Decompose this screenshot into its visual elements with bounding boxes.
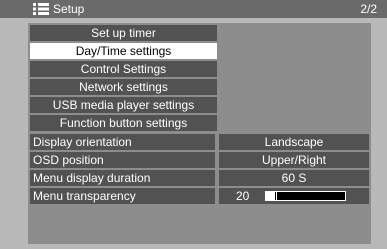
set-up-timer-button[interactable]: Set up timer: [30, 25, 217, 41]
menu-transparency-slider[interactable]: [265, 191, 346, 201]
menu-display-duration-label: Menu display duration: [30, 170, 215, 186]
control-settings-button[interactable]: Control Settings: [30, 61, 217, 77]
menu-transparency-label: Menu transparency: [30, 188, 215, 204]
display-orientation-value[interactable]: Landscape: [219, 134, 369, 150]
menu-transparency-control[interactable]: 20: [219, 188, 369, 204]
menu-transparency-value: 20: [236, 189, 250, 203]
setup-screen: Setup 2/2 Set up timer Day/Time settings…: [0, 0, 387, 249]
osd-position-row[interactable]: OSD position Upper/Right: [30, 152, 369, 168]
header-bar: Setup 2/2: [0, 0, 387, 18]
slider-thumb[interactable]: [276, 191, 277, 201]
osd-position-value[interactable]: Upper/Right: [219, 152, 369, 168]
page-indicator: 2/2: [360, 2, 377, 16]
display-orientation-label: Display orientation: [30, 134, 215, 150]
osd-position-label: OSD position: [30, 152, 215, 168]
menu-display-duration-row[interactable]: Menu display duration 60 S: [30, 170, 369, 186]
display-orientation-row[interactable]: Display orientation Landscape: [30, 134, 369, 150]
page-title: Setup: [53, 2, 85, 16]
slider-fill: [266, 192, 275, 200]
network-settings-button[interactable]: Network settings: [30, 79, 217, 95]
menu-list-icon: [33, 3, 49, 15]
day-time-settings-button[interactable]: Day/Time settings: [30, 43, 217, 59]
setup-panel: Set up timer Day/Time settings Control S…: [28, 23, 371, 244]
usb-media-player-settings-button[interactable]: USB media player settings: [30, 97, 217, 113]
menu-display-duration-value[interactable]: 60 S: [219, 170, 369, 186]
function-button-settings-button[interactable]: Function button settings: [30, 115, 217, 131]
menu-transparency-row[interactable]: Menu transparency 20: [30, 188, 369, 204]
